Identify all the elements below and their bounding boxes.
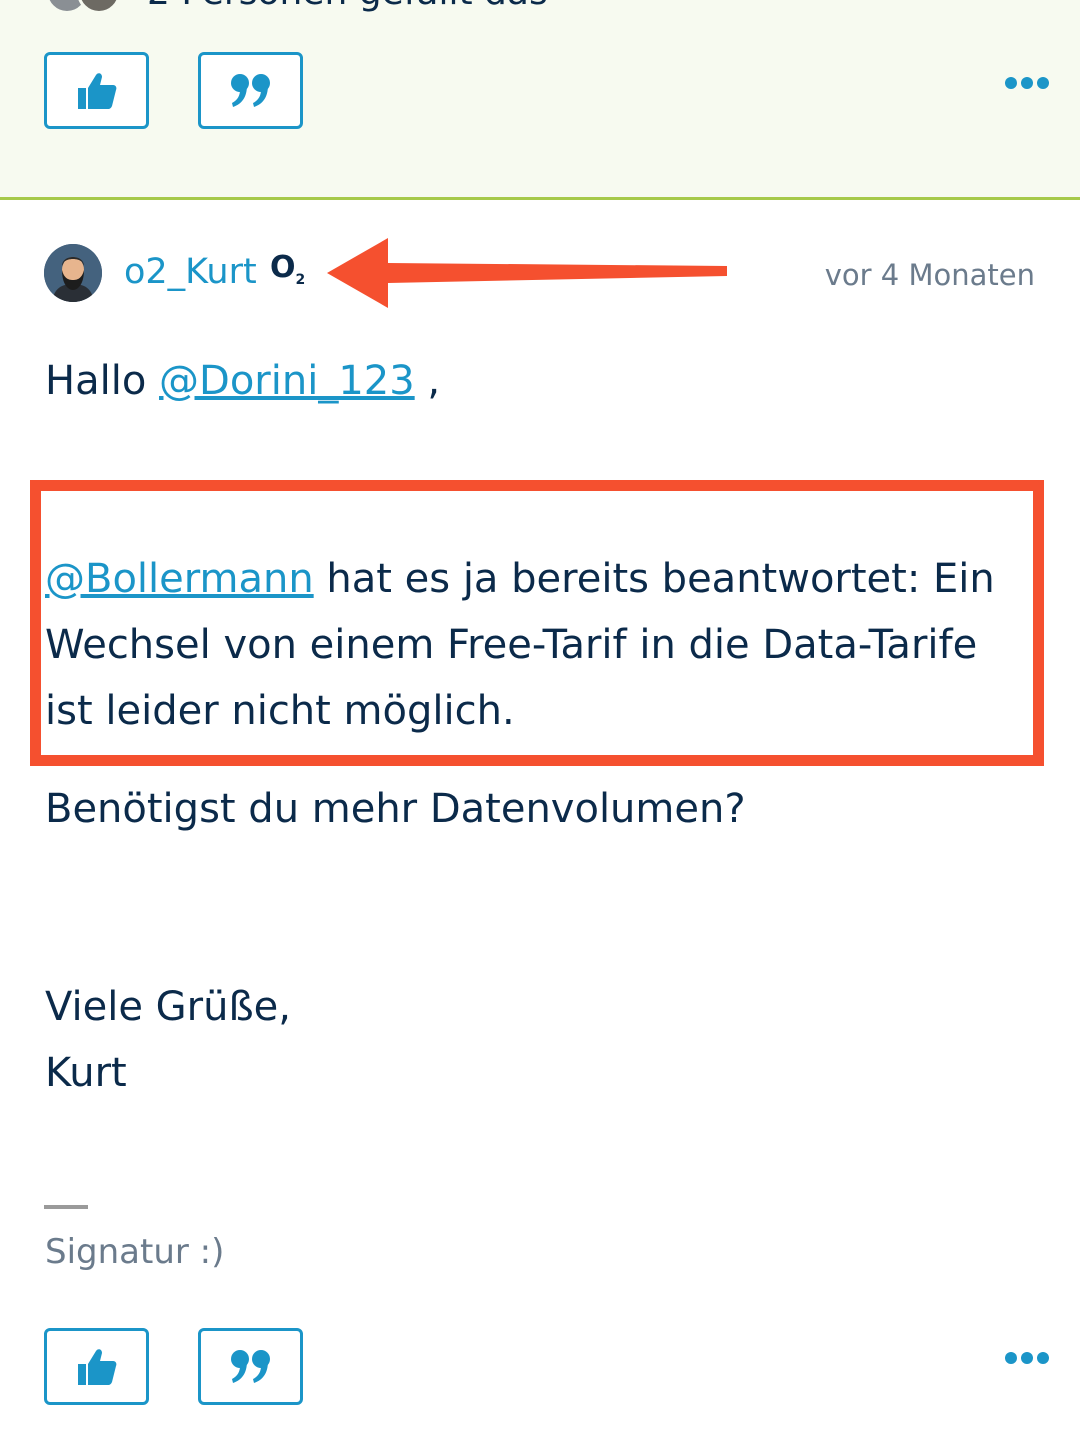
quote-icon	[230, 73, 270, 107]
more-dots-icon	[1005, 1352, 1017, 1364]
quote-icon	[230, 1349, 270, 1383]
like-button[interactable]	[44, 52, 149, 129]
mention-link-bollermann[interactable]: @Bollermann	[45, 556, 314, 602]
thumbs-up-icon	[77, 1348, 116, 1385]
greeting-line: Hallo @Dorini_123 ,	[45, 358, 441, 404]
author-name-link[interactable]: o2_Kurt	[124, 252, 257, 292]
closing-name: Kurt	[45, 1050, 127, 1096]
likes-count-text: 2 Personen gefällt das	[147, 0, 548, 13]
more-options-button[interactable]	[1005, 73, 1049, 93]
signature-text: Signatur :)	[45, 1232, 225, 1272]
likes-summary[interactable]: 2 Personen gefällt das	[45, 0, 548, 14]
mention-link-dorini[interactable]: @Dorini_123	[159, 358, 415, 404]
closing-line: Viele Grüße,	[45, 984, 291, 1030]
post-timestamp: vor 4 Monaten	[824, 258, 1035, 292]
answer-paragraph: @Bollermann hat es ja bereits beantworte…	[45, 556, 995, 734]
bearded-man-avatar-icon	[44, 244, 102, 302]
author-avatar[interactable]	[44, 244, 102, 302]
thumbs-up-icon	[77, 72, 116, 109]
quote-button[interactable]	[198, 52, 303, 129]
more-options-button[interactable]	[1005, 1348, 1049, 1368]
liker-avatar	[77, 0, 121, 14]
o2-brand-badge: O2	[270, 250, 306, 288]
quote-button[interactable]	[198, 1328, 303, 1405]
question-line: Benötigst du mehr Datenvolumen?	[45, 786, 746, 832]
previous-post-footer: 2 Personen gefällt das	[0, 0, 1080, 200]
more-dots-icon	[1005, 77, 1017, 89]
signature-divider	[44, 1205, 88, 1209]
like-button[interactable]	[44, 1328, 149, 1405]
annotation-arrow-icon	[327, 238, 727, 308]
